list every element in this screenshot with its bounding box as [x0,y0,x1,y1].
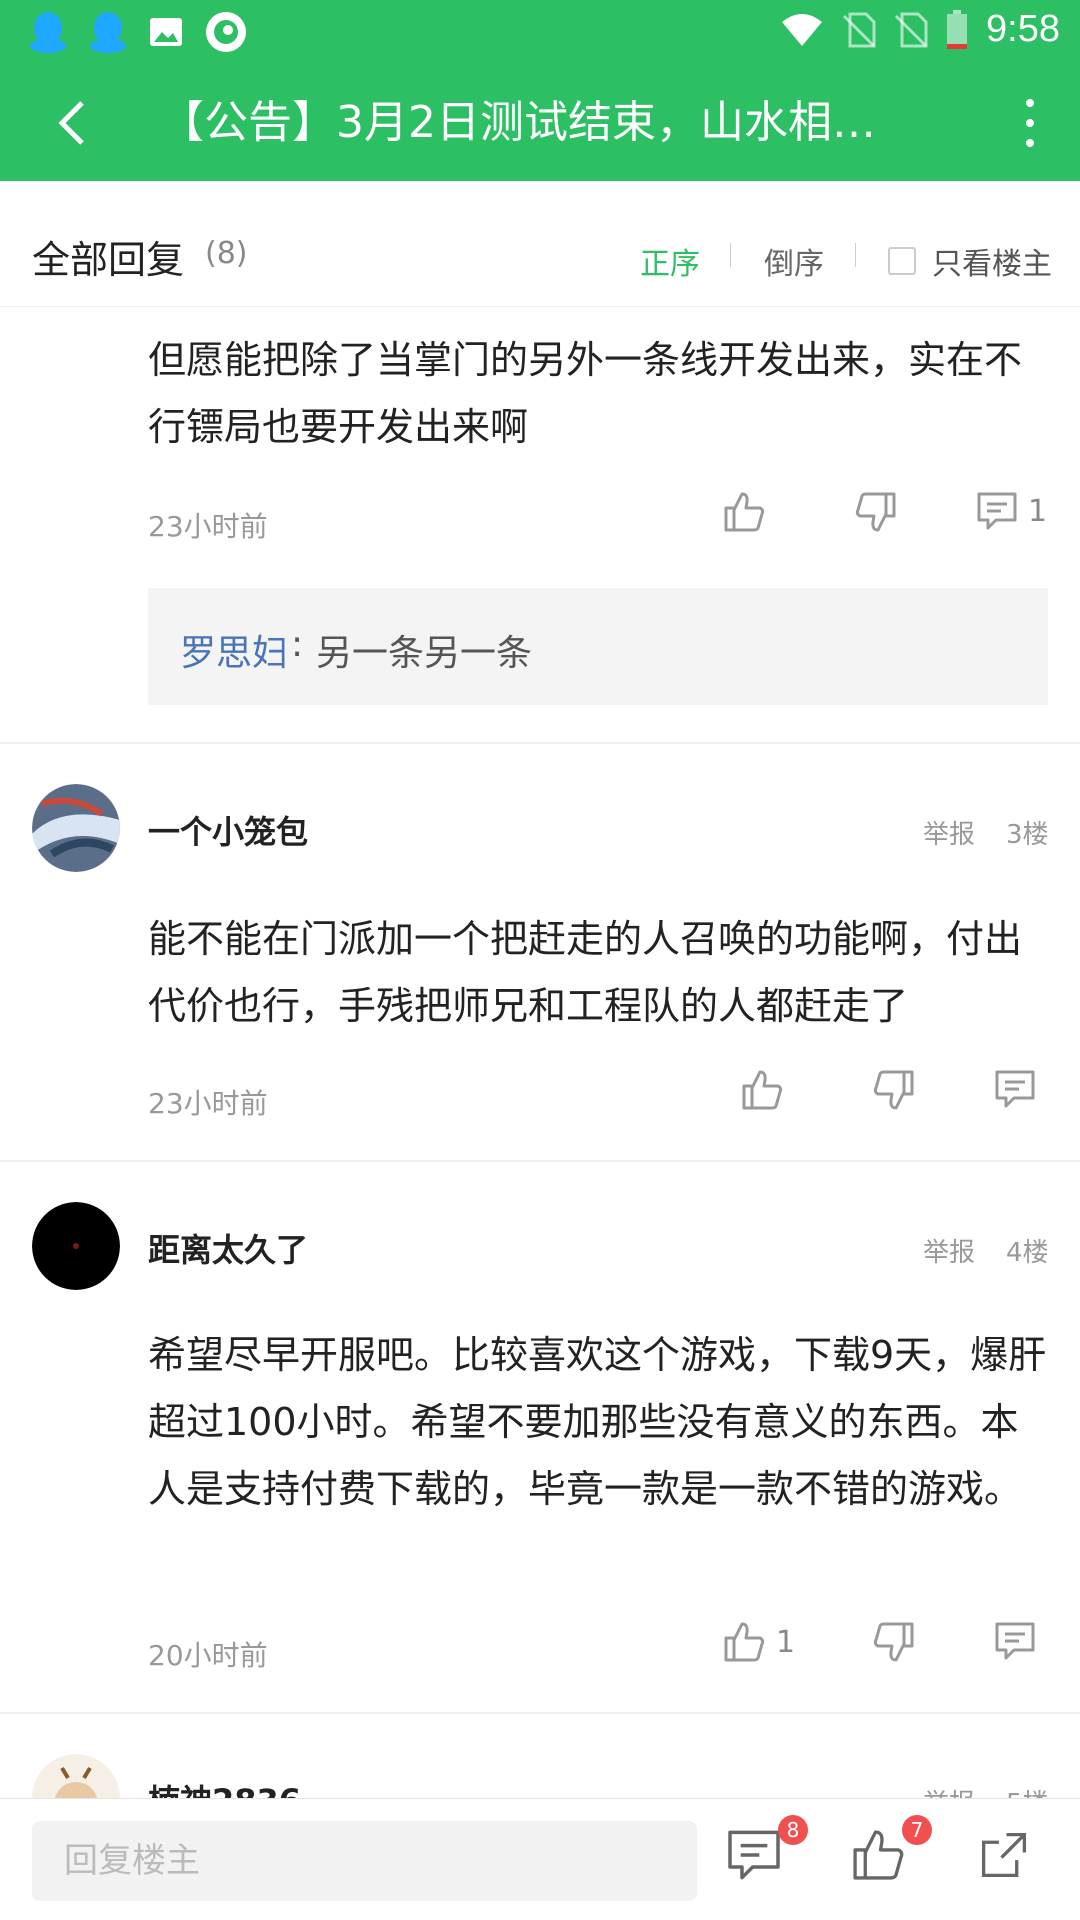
more-dot [1026,139,1034,147]
all-replies-title: 全部回复 [32,238,185,282]
divider [0,1160,1080,1162]
floor-number: 4楼 [1006,1238,1049,1268]
comment-icon [995,1622,1035,1660]
more-options-button[interactable] [1010,93,1050,153]
report-link[interactable]: 举报 [923,1232,975,1269]
like-button[interactable]: 1 [722,1620,795,1664]
reply-filter-bar: 全部回复 (8) 正序 倒序 只看楼主 [0,181,1080,307]
report-link[interactable]: 举报 [923,814,975,851]
notification-icons [28,10,248,54]
only-op-label: 只看楼主 [932,247,1052,282]
qq-icon [28,10,68,54]
floor-number: 3楼 [1006,820,1049,850]
battery-low-icon [946,9,968,50]
sub-reply-author[interactable]: 罗思妇 [180,624,288,676]
back-button[interactable] [40,91,104,155]
thumbs-up-icon [853,1830,904,1880]
comment-text: 能不能在门派加一个把赶走的人召唤的功能啊，付出代价也行，手残把师兄和工程队的人都… [148,917,1023,1028]
sort-ascending-tab[interactable]: 正序 [640,239,700,283]
only-op-checkbox[interactable] [888,247,916,275]
avatar[interactable] [32,784,120,872]
comment-text: 但愿能把除了当掌门的另外一条线开发出来，实在不行镖局也要开发出来啊 [148,338,1023,449]
thumbs-down-icon [873,1070,914,1110]
thumbs-up-icon [724,1622,765,1662]
thumbs-down-icon [855,492,896,532]
divider [855,243,856,267]
divider [730,243,731,267]
like-button[interactable] [722,490,766,534]
comment-button[interactable] [994,1068,1036,1110]
comment-button[interactable]: 1 [976,490,1047,532]
clock: 9:58 [986,8,1060,50]
app-bar: 【公告】3月2日测试结束，山水相… [0,63,1080,181]
dislike-button[interactable] [872,1620,916,1664]
thumbs-down-icon [873,1622,914,1662]
no-sim-icon [894,12,928,48]
comment-text: 希望尽早开服吧。比较喜欢这个游戏，下载9天，爆肝超过100小时。希望不要加那些没… [148,1333,1047,1511]
reply-count: (8) [205,236,248,271]
comment-badge: 8 [778,1815,808,1845]
comments-button[interactable]: 8 [726,1815,808,1891]
dislike-button[interactable] [854,490,898,534]
more-dot [1026,99,1034,107]
thumbs-up-icon [742,1070,783,1110]
comment-button[interactable] [994,1620,1036,1662]
comment-time: 20小时前 [148,1639,268,1672]
reply-input[interactable]: 回复楼主 [32,1821,697,1901]
username[interactable]: 一个小笼包 [148,807,308,853]
comment-time: 23小时前 [148,510,268,543]
like-button[interactable] [740,1068,784,1112]
share-button[interactable] [976,1827,1040,1891]
divider [0,1712,1080,1714]
like-post-button[interactable]: 7 [850,1815,932,1891]
username[interactable]: 距离太久了 [148,1225,308,1271]
sub-reply-text: 另一条另一条 [316,633,533,674]
dislike-button[interactable] [872,1068,916,1112]
sub-reply-colon: : [291,624,304,665]
sub-reply[interactable]: 罗思妇 : 另一条另一条 [148,588,1048,705]
divider [0,742,1080,744]
comment-time: 23小时前 [148,1087,268,1120]
qq-icon [88,10,128,54]
status-bar: 9:58 [0,0,1080,63]
eye-app-icon [204,10,248,54]
image-icon [148,14,184,50]
comment-icon [728,1830,780,1880]
thumbs-up-icon [724,492,765,532]
comment-count: 1 [1028,493,1048,529]
page-title: 【公告】3月2日测试结束，山水相… [160,97,876,148]
back-arrow-icon [58,101,84,145]
sort-descending-tab[interactable]: 倒序 [764,239,824,283]
avatar[interactable] [32,1202,120,1290]
like-count: 1 [776,1624,796,1660]
no-sim-icon [842,12,876,48]
bottom-action-bar: 回复楼主 8 7 [0,1798,1080,1920]
comment-icon [977,492,1017,530]
wifi-icon [780,12,824,48]
only-op-toggle[interactable]: 只看楼主 [888,239,1052,283]
comment-icon [995,1070,1035,1108]
like-badge: 7 [902,1815,932,1845]
more-dot [1026,119,1034,127]
share-icon [981,1832,1027,1878]
